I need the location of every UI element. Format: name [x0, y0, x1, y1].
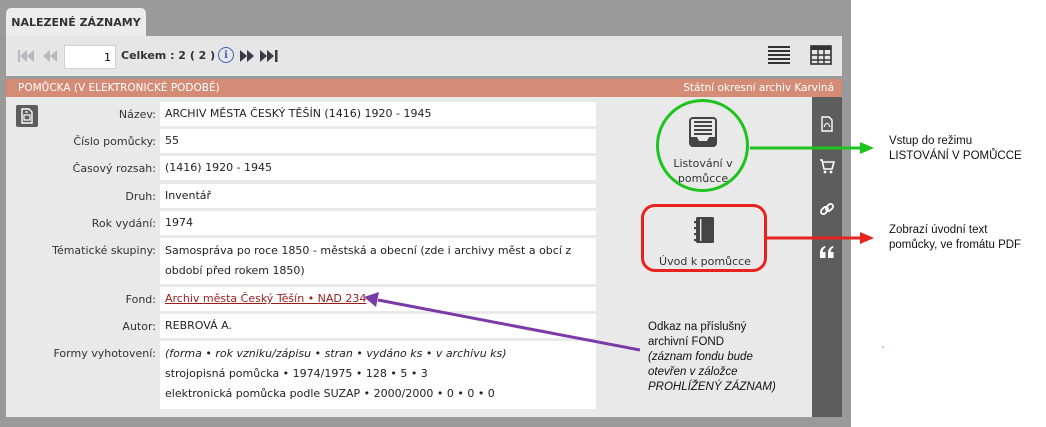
highlight-intro-ring — [641, 204, 767, 272]
tab-found-records[interactable]: NALEZENÉ ZÁZNAMY — [6, 8, 146, 36]
highlight-browse-ring — [656, 99, 749, 192]
page-number-input[interactable] — [64, 45, 116, 69]
label-forms: Formy vyhotovení: — [53, 347, 157, 360]
label-fond: Fond: — [125, 293, 156, 306]
cart-icon[interactable] — [818, 157, 836, 175]
value-title: ARCHIV MĚSTA ČESKÝ TĚŠÍN (1416) 1920 - 1… — [160, 102, 596, 126]
pager-toolbar: Celkem : 2 ( 2 ) i — [6, 36, 842, 76]
stray-dot — [882, 346, 884, 348]
table-view-icon[interactable] — [810, 45, 832, 65]
quote-icon[interactable] — [818, 243, 836, 261]
label-author: Autor: — [122, 320, 156, 333]
fond-link[interactable]: Archiv města Český Těšín • NAD 234 — [165, 292, 366, 305]
previous-page-icon[interactable] — [42, 46, 58, 66]
pdf-icon[interactable] — [818, 115, 836, 133]
value-aid-number: 55 — [160, 129, 596, 153]
value-time-range: (1416) 1920 - 1945 — [160, 156, 596, 180]
value-forms: (forma • rok vzniku/zápisu • stran • vyd… — [160, 341, 596, 409]
last-page-icon[interactable] — [260, 46, 278, 66]
side-toolbar — [812, 97, 842, 417]
section-header: POMŮCKA (V ELEKTRONICKÉ PODOBĚ) Státní o… — [6, 79, 842, 97]
archive-name: Státní okresní archiv Karviná — [683, 82, 834, 94]
value-author: REBROVÁ A. — [160, 314, 596, 338]
label-year: Rok vydání: — [91, 217, 156, 230]
first-page-icon[interactable] — [18, 46, 34, 66]
value-type: Inventář — [160, 184, 596, 208]
forms-line: strojopisná pomůcka • 1974/1975 • 128 • … — [165, 367, 428, 380]
info-icon[interactable]: i — [218, 47, 234, 63]
annotation-intro: Zobrazí úvodní text pomůcky, ve fromátu … — [889, 224, 1022, 251]
label-thematic-groups: Tématické skupiny: — [52, 244, 156, 257]
section-title: POMŮCKA (V ELEKTRONICKÉ PODOBĚ) — [18, 82, 220, 94]
label-time-range: Časový rozsah: — [72, 162, 156, 175]
field-labels: Název: Číslo pomůcky: Časový rozsah: Dru… — [6, 97, 156, 417]
red-arrow-head — [860, 232, 874, 244]
label-aid-number: Číslo pomůcky: — [73, 135, 156, 148]
label-type: Druh: — [125, 190, 156, 203]
link-icon[interactable] — [818, 200, 836, 218]
forms-header: (forma • rok vzniku/zápisu • stran • vyd… — [165, 347, 507, 360]
value-fond: Archiv města Český Těšín • NAD 234 — [160, 287, 596, 311]
value-thematic-groups: Samospráva po roce 1850 - městská a obec… — [160, 238, 596, 284]
total-count: Celkem : 2 ( 2 ) — [121, 49, 216, 62]
next-page-icon[interactable] — [239, 46, 255, 66]
list-view-icon[interactable] — [768, 45, 790, 65]
annotation-browse: Vstup do režimu LISTOVÁNÍ V POMŮCCE — [889, 135, 1022, 162]
green-arrow-head — [860, 142, 874, 154]
forms-line: elektronická pomůcka podle SUZAP • 2000/… — [165, 387, 495, 400]
label-title: Název: — [118, 108, 156, 121]
annotation-fond: Odkaz na příslušný archivní FOND (záznam… — [648, 321, 776, 393]
value-year: 1974 — [160, 211, 596, 235]
